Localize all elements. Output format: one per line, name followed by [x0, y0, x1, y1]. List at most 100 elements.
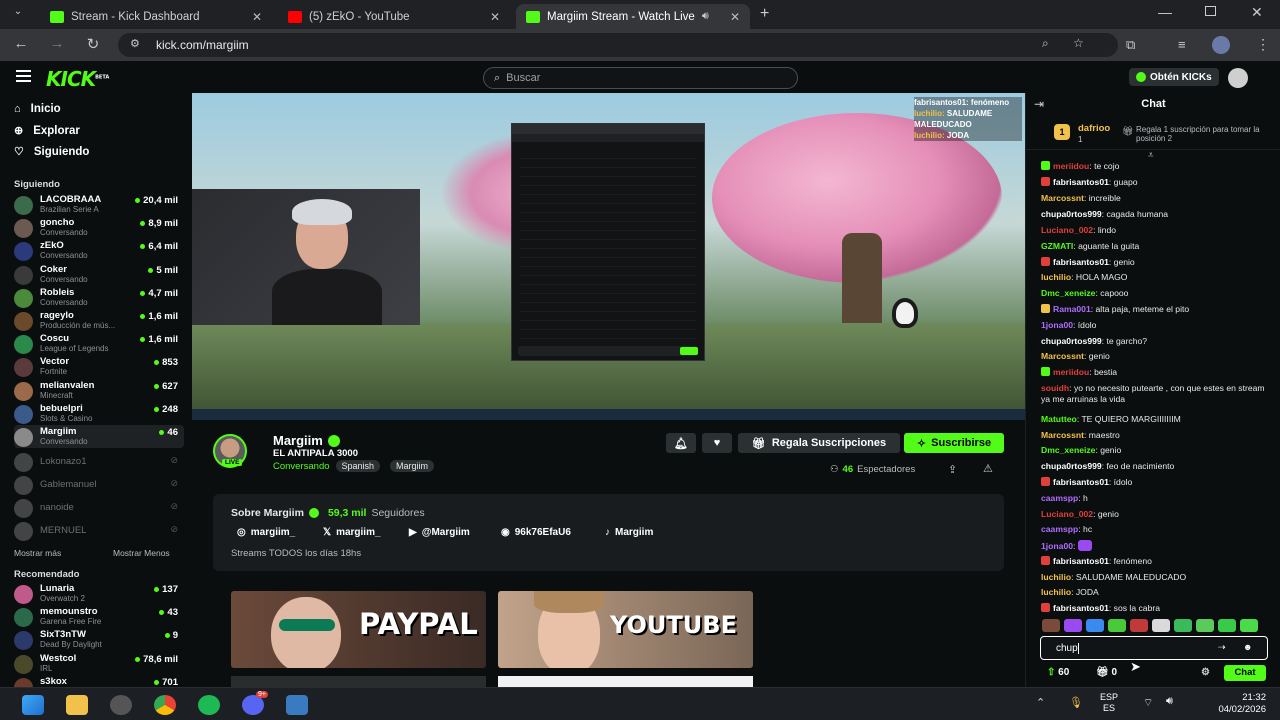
stream-category[interactable]: Conversando — [273, 461, 330, 472]
emoji-picker-icon[interactable]: ☻ — [1243, 642, 1252, 652]
sidebar-channel-coker[interactable]: Coker Conversando 5 mil — [14, 263, 184, 286]
emote-icon[interactable] — [1042, 619, 1060, 632]
chat-username[interactable]: luchilio — [1041, 572, 1071, 582]
emote-icon[interactable] — [1218, 619, 1236, 632]
sidebar-channel-bebuelpri[interactable]: bebuelpri Slots & Casino 248 — [14, 402, 184, 425]
address-bar[interactable]: ⚙ kick.com/margiim ⌕ ☆ — [118, 33, 1118, 57]
chat-username[interactable]: meriidou — [1053, 161, 1089, 171]
back-icon[interactable]: ← — [8, 35, 34, 52]
chat-username[interactable]: GZMATI — [1041, 241, 1073, 251]
close-icon[interactable]: ✕ — [252, 10, 262, 24]
profile-icon[interactable] — [1212, 36, 1230, 54]
emote-icon[interactable] — [1196, 619, 1214, 632]
emote-icon[interactable] — [1152, 619, 1170, 632]
video-thumbnail[interactable] — [498, 676, 753, 687]
report-icon[interactable]: ⚠ — [983, 462, 993, 475]
tab-margiim-stream[interactable]: Margiim Stream - Watch Live 🔊︎ ✕ — [516, 4, 750, 29]
kicks-balance[interactable]: ⇧ 60 — [1047, 667, 1069, 678]
extensions-icon[interactable]: ⧉ — [1126, 37, 1135, 53]
chat-username[interactable]: meriidou — [1053, 367, 1089, 377]
sidebar-recommended-lunaria[interactable]: Lunaria Overwatch 2 137 — [14, 582, 184, 605]
sidebar-channel-margiim[interactable]: Margiim Conversando 46 — [14, 425, 184, 448]
sidebar-channel-offline[interactable]: MERNUEL ⊘ — [14, 519, 184, 542]
wifi-icon[interactable]: ⌔ — [1143, 696, 1153, 710]
tag-chip[interactable]: Margiim — [390, 460, 435, 472]
gift-balance[interactable]: 🎁︎ 0 — [1096, 667, 1117, 678]
sidebar-item-inicio[interactable]: ⌂ Inicio — [14, 103, 61, 115]
chat-username[interactable]: 1jona00 — [1041, 541, 1073, 551]
minimize-button[interactable]: — — [1158, 4, 1172, 20]
get-kicks-button[interactable]: Obtén KICKs — [1129, 68, 1219, 86]
speaker-icon[interactable]: 🔊︎ — [702, 10, 709, 23]
chrome-icon[interactable] — [154, 695, 176, 715]
chat-username[interactable]: souidh — [1041, 383, 1069, 393]
search-input[interactable]: ⌕ Buscar — [483, 67, 798, 89]
spotify-icon[interactable] — [198, 695, 220, 715]
kick-logo[interactable]: KICKBETA — [46, 67, 109, 91]
tag-chip[interactable]: Spanish — [335, 460, 381, 472]
video-thumbnail[interactable]: PAYPAL — [231, 591, 486, 668]
chat-username[interactable]: fabrisantos01 — [1053, 257, 1109, 267]
sidebar-channel-robleis[interactable]: Robleis Conversando 4,7 mil — [14, 286, 184, 309]
sidebar-channel-lacobraaa[interactable]: LACOBRAAA Brazilian Serie A 20,4 mil — [14, 193, 184, 216]
chat-username[interactable]: caamspp — [1041, 524, 1078, 534]
sidebar-channel-offline[interactable]: nanoide ⊘ — [14, 496, 184, 519]
sidebar-channel-offline[interactable]: Lokonazo1 ⊘ — [14, 450, 184, 473]
chat-username[interactable]: Dmc_xeneize — [1041, 445, 1095, 455]
chat-username[interactable]: Marcossnt — [1041, 351, 1084, 361]
microphone-icon[interactable]: 🎙︎ — [1069, 696, 1083, 709]
chat-username[interactable]: fabrisantos01 — [1053, 177, 1109, 187]
chat-username[interactable]: luchilio — [1041, 587, 1071, 597]
emote-icon[interactable] — [1174, 619, 1192, 632]
chat-send-button[interactable]: Chat — [1224, 665, 1266, 681]
chat-username[interactable]: fabrisantos01 — [1053, 603, 1109, 613]
chat-username[interactable]: chupa0rtos999 — [1041, 209, 1102, 219]
app-icon[interactable] — [286, 695, 308, 715]
sidebar-channel-offline[interactable]: Gablemanuel ⊘ — [14, 473, 184, 496]
top-donor-name[interactable]: dafrioo — [1078, 123, 1110, 134]
close-icon[interactable]: ✕ — [730, 10, 740, 24]
chat-username[interactable]: Luciano_002 — [1041, 509, 1093, 519]
subscribe-button[interactable]: ✧ Suscribirse — [904, 433, 1004, 453]
reload-icon[interactable]: ↻ — [80, 35, 106, 53]
tab-search-button[interactable]: ⌄ — [8, 6, 28, 24]
tab-kick-dashboard[interactable]: Stream - Kick Dashboard ✕ — [40, 4, 272, 29]
social-tiktok[interactable]: ♪ Margiim — [605, 527, 653, 538]
close-window-button[interactable]: ✕ — [1251, 4, 1263, 21]
chat-username[interactable]: luchilio — [1041, 272, 1071, 282]
video-player[interactable]: fabrisantos01: fenómeno luchilio: SALUDA… — [192, 93, 1025, 420]
chat-username[interactable]: chupa0rtos999 — [1041, 461, 1102, 471]
discord-icon[interactable] — [242, 695, 264, 715]
chat-username[interactable]: Marcossnt — [1041, 430, 1084, 440]
kicks-emote-icon[interactable]: ⇢ — [1218, 642, 1226, 653]
chat-username[interactable]: chupa0rtos999 — [1041, 336, 1102, 346]
sidebar-channel-melianvalen[interactable]: melianvalen Minecraft 627 — [14, 379, 184, 402]
windows-start-icon[interactable] — [22, 695, 44, 715]
chat-username[interactable]: fabrisantos01 — [1053, 556, 1109, 566]
scroll-down-indicator[interactable]: ⩡ — [1148, 150, 1154, 161]
chat-username[interactable]: Dmc_xeneize — [1041, 288, 1095, 298]
zoom-icon[interactable]: ⌕ — [1042, 36, 1049, 51]
sidebar-recommended-westcol[interactable]: Westcol IRL 78,6 mil — [14, 652, 184, 675]
sidebar-channel-vector[interactable]: Vector Fortnite 853 — [14, 355, 184, 378]
language-indicator[interactable]: ESP ES — [1100, 692, 1118, 714]
emote-icon[interactable] — [1086, 619, 1104, 632]
social-x[interactable]: 𝕏margiim_ — [323, 527, 381, 538]
video-thumbnail[interactable] — [231, 676, 486, 687]
emote-icon[interactable] — [1108, 619, 1126, 632]
chat-input[interactable]: chup ⇢ ☻ — [1040, 636, 1268, 660]
chat-username[interactable]: Luciano_002 — [1041, 225, 1093, 235]
notification-bell-button[interactable]: 🔔︎ — [666, 433, 696, 453]
show-more-link[interactable]: Mostrar más — [14, 548, 61, 558]
sidebar-item-explorar[interactable]: ⊕ Explorar — [14, 124, 80, 138]
chat-settings-icon[interactable]: ⚙ — [1201, 667, 1210, 678]
restore-button[interactable] — [1205, 6, 1216, 16]
volume-icon[interactable]: 🔊︎ — [1166, 695, 1173, 708]
follow-heart-button[interactable]: ♥ — [702, 433, 732, 453]
app-icon[interactable] — [110, 695, 132, 715]
share-icon[interactable]: ⇪ — [948, 463, 957, 476]
gift-subs-button[interactable]: 🎁︎ Regala Suscripciones — [738, 433, 900, 453]
sidebar-recommended-sixt3ntw[interactable]: SixT3nTW Dead By Daylight 9 — [14, 628, 184, 651]
chat-username[interactable]: 1jona00 — [1041, 320, 1073, 330]
site-info-icon[interactable]: ⚙ — [130, 37, 140, 50]
